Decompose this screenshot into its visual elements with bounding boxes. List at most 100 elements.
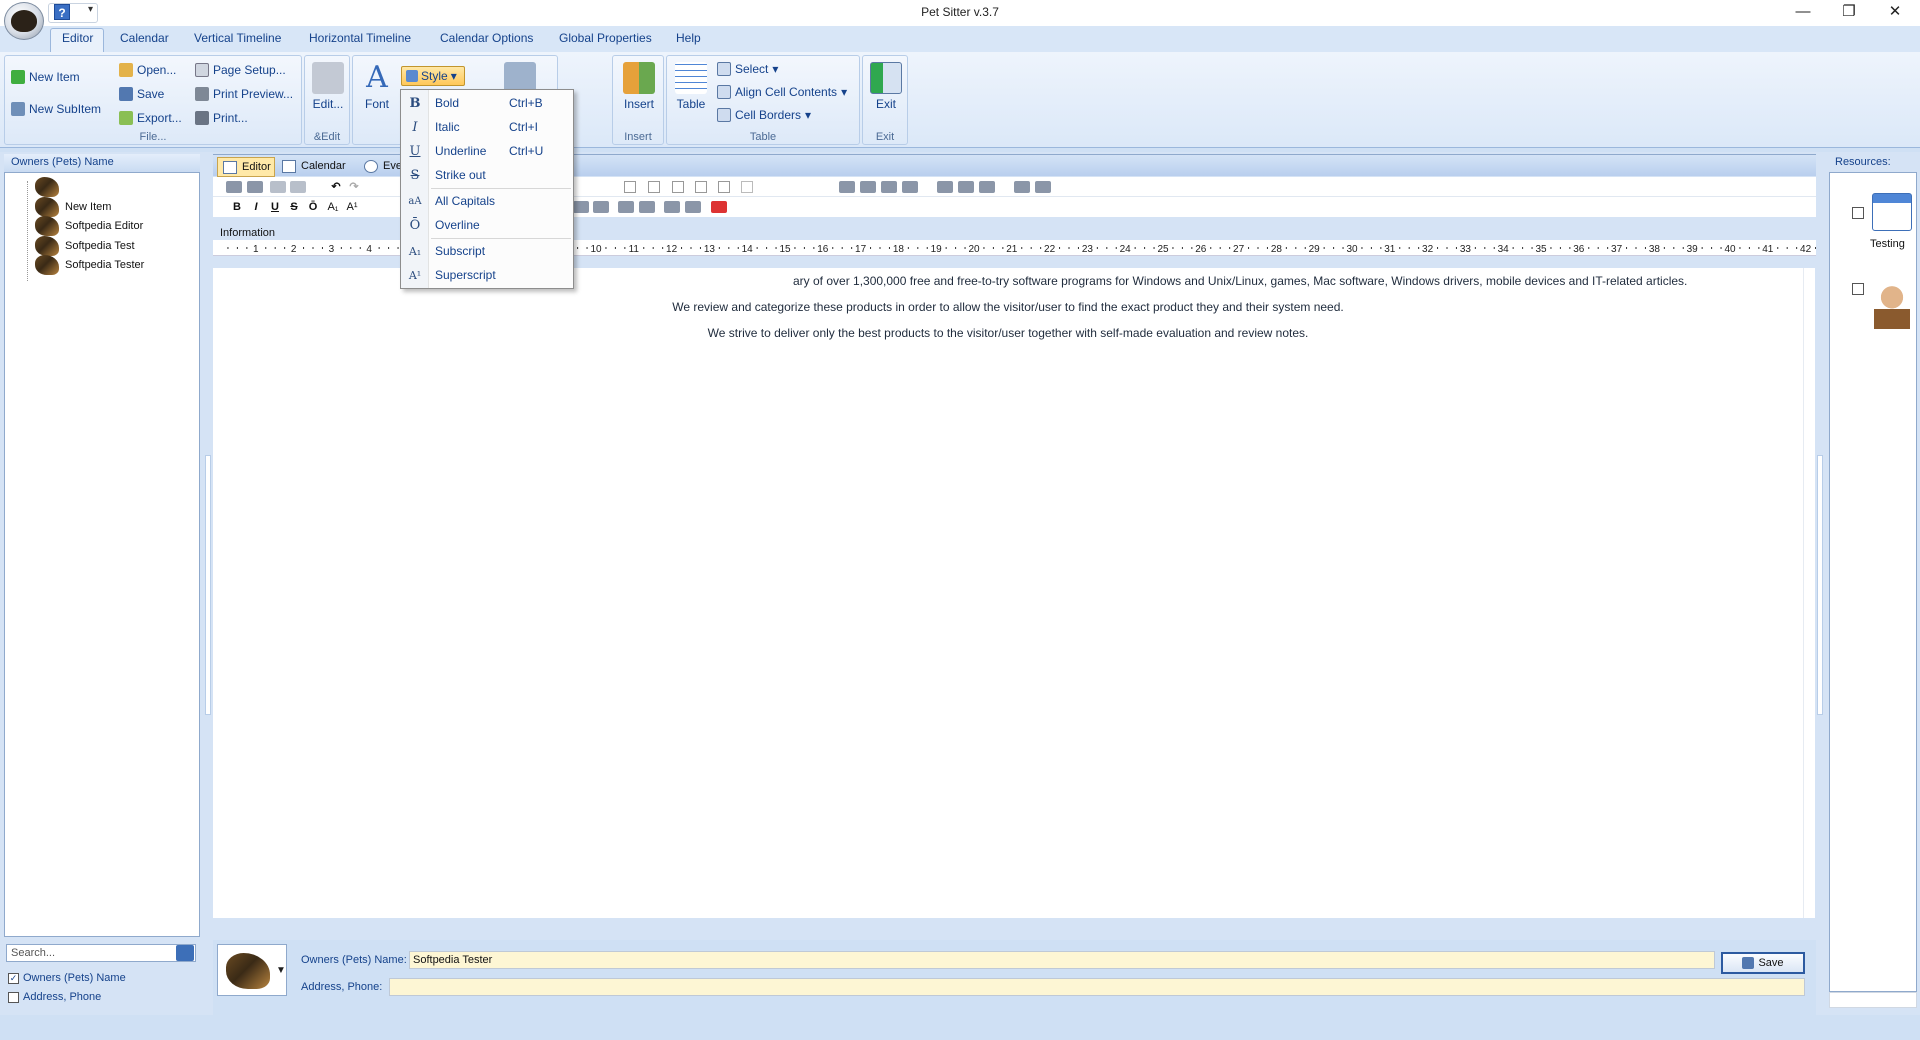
overline-toolbar-icon[interactable]: Ō <box>305 199 321 215</box>
export-button[interactable]: Export... <box>119 111 182 125</box>
border-icon[interactable] <box>695 181 707 193</box>
tree-item[interactable] <box>35 177 65 197</box>
vertical-scrollbar[interactable] <box>1803 268 1815 918</box>
person-resource-icon[interactable] <box>1874 285 1910 329</box>
style-button[interactable]: Style ▾ <box>401 66 465 86</box>
page-setup-button[interactable]: Page Setup... <box>195 63 286 77</box>
replace-icon[interactable] <box>247 181 263 193</box>
doc-tab-editor[interactable]: Editor <box>217 157 275 177</box>
superscript-toolbar-icon[interactable]: A¹ <box>344 199 360 215</box>
ruler-tick <box>1333 247 1335 249</box>
chevron-down-icon[interactable]: ▼ <box>276 965 286 976</box>
delete-table-icon[interactable] <box>979 181 995 193</box>
tree-item[interactable]: Softpedia Tester <box>35 255 144 275</box>
align-right-icon[interactable] <box>573 201 589 213</box>
border-icon[interactable] <box>741 181 753 193</box>
resource-checkbox[interactable] <box>1852 207 1864 219</box>
tree-item[interactable]: Softpedia Test <box>35 236 135 256</box>
menu-item-all-capitals[interactable]: aA All Capitals <box>401 190 573 212</box>
tab-horizontal-timeline[interactable]: Horizontal Timeline <box>309 31 411 45</box>
checkbox-icon[interactable] <box>8 991 19 1003</box>
outdent-icon[interactable] <box>685 201 701 213</box>
split-cells-icon[interactable] <box>1035 181 1051 193</box>
strikeout-toolbar-icon[interactable]: S <box>286 199 302 215</box>
print-preview-button[interactable]: Print Preview... <box>195 87 293 101</box>
save-ribbon-button[interactable]: Save <box>119 87 164 101</box>
document-body[interactable]: ary of over 1,300,000 free and free-to-t… <box>213 268 1803 918</box>
horizontal-scrollbar[interactable] <box>1829 992 1917 1008</box>
checkbox-checked-icon[interactable]: ✓ <box>8 972 19 984</box>
numbered-list-icon[interactable] <box>639 201 655 213</box>
new-subitem-button[interactable]: New SubItem <box>11 102 101 116</box>
cell-borders-button[interactable]: Cell Borders ▾ <box>717 108 811 122</box>
doc-tab-calendar[interactable]: Calendar <box>277 157 357 177</box>
search-input[interactable]: Search... <box>6 944 196 962</box>
menu-item-bold[interactable]: B Bold Ctrl+B <box>401 92 573 114</box>
filter-address-phone[interactable]: Address, Phone <box>8 991 101 1003</box>
menu-item-superscript[interactable]: A¹ Superscript <box>401 264 573 286</box>
left-splitter-grip[interactable] <box>205 455 211 715</box>
undo-icon[interactable]: ↶ <box>328 179 344 195</box>
calendar-resource-icon[interactable] <box>1872 193 1912 231</box>
tab-editor[interactable]: Editor <box>62 31 93 45</box>
cut-icon[interactable] <box>270 181 286 193</box>
font-button[interactable]: A Font <box>357 62 397 112</box>
border-icon[interactable] <box>624 181 636 193</box>
tree-item[interactable]: New Item <box>35 197 111 217</box>
table-button[interactable]: Table <box>671 62 711 111</box>
redo-icon[interactable]: ↷ <box>346 179 362 195</box>
ruler-tick <box>879 247 881 249</box>
open-button[interactable]: Open... <box>119 63 176 77</box>
tab-calendar[interactable]: Calendar <box>120 31 169 45</box>
border-icon[interactable] <box>672 181 684 193</box>
resource-checkbox[interactable] <box>1852 283 1864 295</box>
edit-button[interactable]: Edit... <box>309 62 347 111</box>
merge-cells-icon[interactable] <box>1014 181 1030 193</box>
subscript-toolbar-icon[interactable]: A₁ <box>325 199 341 215</box>
italic-toolbar-icon[interactable]: I <box>248 199 264 215</box>
copy-icon[interactable] <box>290 181 306 193</box>
restore-button[interactable]: ❐ <box>1826 0 1872 26</box>
tab-calendar-options[interactable]: Calendar Options <box>440 31 533 45</box>
insert-column-icon[interactable] <box>902 181 918 193</box>
menu-item-italic[interactable]: I Italic Ctrl+I <box>401 116 573 138</box>
right-splitter-grip[interactable] <box>1817 455 1823 715</box>
tab-vertical-timeline[interactable]: Vertical Timeline <box>194 31 281 45</box>
exit-button[interactable]: Exit <box>867 62 905 111</box>
indent-icon[interactable] <box>664 201 680 213</box>
tab-help[interactable]: Help <box>676 31 701 45</box>
justify-icon[interactable] <box>593 201 609 213</box>
bullet-list-icon[interactable] <box>618 201 634 213</box>
pet-photo[interactable]: ▼ <box>217 944 287 996</box>
tab-global-properties[interactable]: Global Properties <box>559 31 652 45</box>
insert-row-icon[interactable] <box>839 181 855 193</box>
delete-column-icon[interactable] <box>958 181 974 193</box>
find-icon[interactable] <box>226 181 242 193</box>
menu-item-overline[interactable]: Ō Overline <box>401 214 573 236</box>
filter-owners-name[interactable]: ✓ Owners (Pets) Name <box>8 972 126 984</box>
menu-item-subscript[interactable]: A₁ Subscript <box>401 240 573 262</box>
address-phone-field[interactable] <box>389 978 1805 996</box>
save-button[interactable]: Save <box>1721 952 1805 974</box>
bold-toolbar-icon[interactable]: B <box>229 199 245 215</box>
minimize-button[interactable]: — <box>1780 0 1826 26</box>
new-item-button[interactable]: New Item <box>11 70 80 84</box>
align-cell-contents-button[interactable]: Align Cell Contents ▾ <box>717 85 847 99</box>
border-icon[interactable] <box>718 181 730 193</box>
insert-button[interactable]: Insert <box>617 62 661 111</box>
owner-name-field[interactable]: Softpedia Tester <box>409 951 1715 969</box>
underline-toolbar-icon[interactable]: U <box>267 199 283 215</box>
select-button[interactable]: Select ▾ <box>717 62 778 76</box>
border-icon[interactable] <box>648 181 660 193</box>
menu-item-strikeout[interactable]: S Strike out <box>401 164 573 186</box>
delete-row-icon[interactable] <box>937 181 953 193</box>
menu-item-underline[interactable]: U Underline Ctrl+U <box>401 140 573 162</box>
binoculars-search-icon[interactable] <box>176 945 194 961</box>
print-button[interactable]: Print... <box>195 111 248 125</box>
insert-column-icon[interactable] <box>881 181 897 193</box>
app-menu-button[interactable] <box>4 2 44 40</box>
insert-row-icon[interactable] <box>860 181 876 193</box>
text-color-icon[interactable] <box>711 201 727 213</box>
close-button[interactable]: ✕ <box>1872 0 1918 26</box>
tree-item[interactable]: Softpedia Editor <box>35 216 143 236</box>
